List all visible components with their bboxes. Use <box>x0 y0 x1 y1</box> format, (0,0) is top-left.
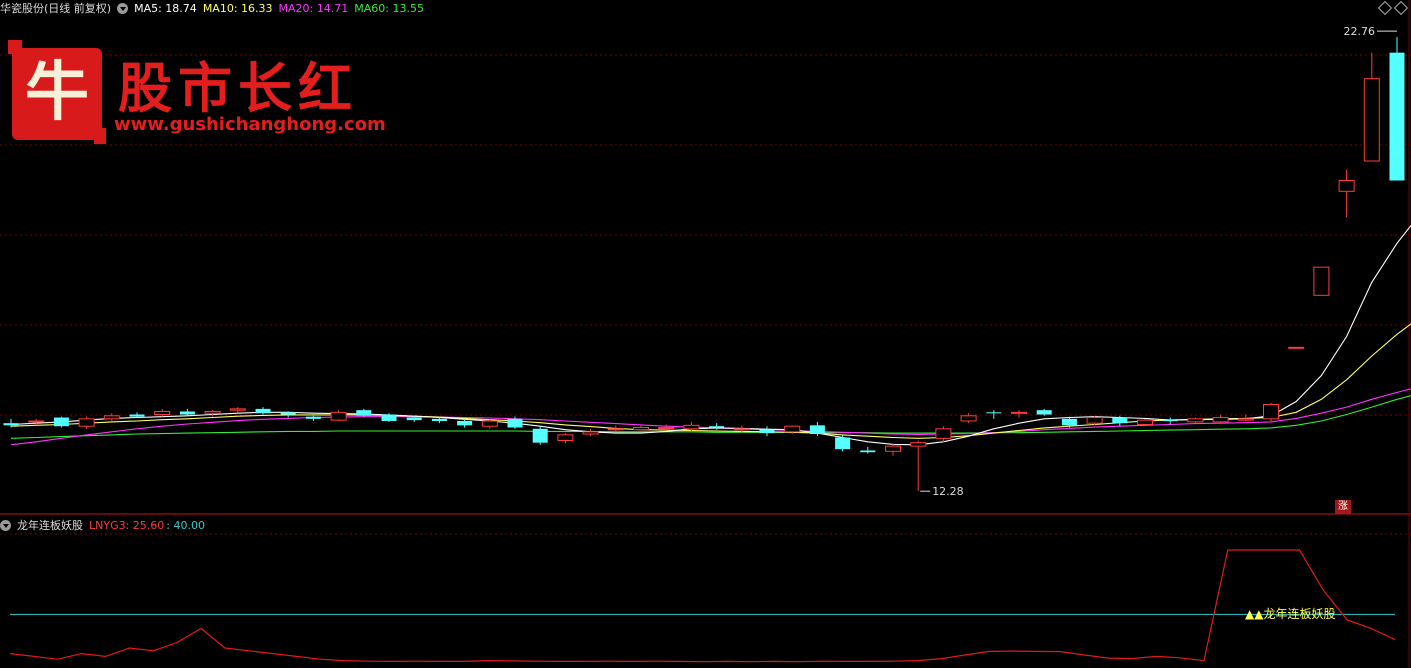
chevron-down-icon-2[interactable] <box>0 519 11 531</box>
candle-body-down <box>280 412 296 415</box>
candle-body-up <box>229 408 246 411</box>
logo-glyph: 牛 <box>25 55 89 130</box>
candle-body-up <box>633 427 649 431</box>
candle-body-down <box>406 417 422 421</box>
candle-body-up <box>28 420 45 423</box>
candle-body-up <box>103 415 120 420</box>
candle-body-up <box>1338 180 1355 192</box>
candle-body-down <box>1061 418 1077 426</box>
candle-body-down <box>305 416 321 419</box>
candle-body-up <box>733 428 750 431</box>
candle-body-up <box>910 442 927 447</box>
candle-body-down <box>1036 410 1052 415</box>
candle-body-down <box>53 417 69 427</box>
candle-body-up <box>1363 78 1380 162</box>
candle-body-down <box>356 410 372 416</box>
candle-body-down <box>179 411 195 415</box>
candle-body-up <box>935 428 952 439</box>
candle-body-up <box>481 420 498 427</box>
candle-body-up <box>1237 418 1254 421</box>
rise-badge: 涨 <box>1335 500 1351 514</box>
candle-body-down <box>709 426 725 428</box>
candle-body-up <box>154 410 171 416</box>
candle-body-up <box>582 431 599 435</box>
candle-body-up <box>1288 346 1305 349</box>
candle-body-up <box>784 425 801 433</box>
candle-body-up <box>1212 417 1229 423</box>
candle-body-up <box>1011 411 1027 414</box>
indicator-line <box>9 549 1396 663</box>
candle-body-up <box>330 411 347 421</box>
candle-body-down <box>860 450 876 453</box>
candle-body-up <box>1187 418 1204 423</box>
candle-body-up <box>1086 417 1103 424</box>
candle-body-up <box>658 427 675 429</box>
candle-body-down <box>986 412 1002 414</box>
candle-body-down <box>532 428 548 443</box>
signal-label: ▲▲龙年连板妖股 <box>1245 607 1336 621</box>
candle-body-up <box>1263 404 1279 420</box>
max-price-label: 22.76 <box>1344 25 1376 38</box>
candle-body-down <box>759 429 775 434</box>
stock-chart-window: 华瓷股份(日线 前复权) MA5: 18.74 MA10: 16.33 MA20… <box>0 0 1411 668</box>
candle-body-up <box>557 434 574 442</box>
candle-body-up <box>78 418 95 427</box>
candle-body-up <box>960 415 977 422</box>
logo-url: www.gushichanghong.com <box>114 114 386 135</box>
ma60-line <box>10 395 1411 439</box>
candle-body-down <box>431 418 447 421</box>
indicator-header: 龙年连板妖股 LNYG3: 25.60 : 40.00 <box>0 517 211 533</box>
logo-name: 股市长红 <box>118 56 358 120</box>
min-price-label: 12.28 <box>932 485 964 498</box>
candle-body-up <box>1137 419 1153 425</box>
candle-body-down <box>507 418 523 428</box>
indicator-threshold: : 40.00 <box>166 518 205 532</box>
candle-body-down <box>809 425 825 434</box>
candle-body-down <box>255 408 271 414</box>
niu-logo: 牛 <box>8 40 106 144</box>
indicator-value: LNYG3: 25.60 <box>89 518 165 532</box>
candle-body-up <box>885 445 901 452</box>
ma5-line <box>10 224 1411 446</box>
candle-body-down <box>1112 417 1128 424</box>
candle-body-up <box>204 410 221 414</box>
candle-body-down <box>129 414 145 417</box>
candle-body-up <box>607 428 624 431</box>
candle-body-down <box>457 421 473 426</box>
candle-body-down <box>1389 52 1405 181</box>
candle-body-up <box>1313 266 1330 296</box>
candle-body-up <box>683 424 700 430</box>
candle-body-down <box>381 414 397 421</box>
candle-body-down <box>835 437 851 450</box>
candle-body-down <box>1162 420 1178 422</box>
candle-body-down <box>3 423 19 426</box>
indicator-title: 龙年连板妖股 <box>17 519 83 532</box>
